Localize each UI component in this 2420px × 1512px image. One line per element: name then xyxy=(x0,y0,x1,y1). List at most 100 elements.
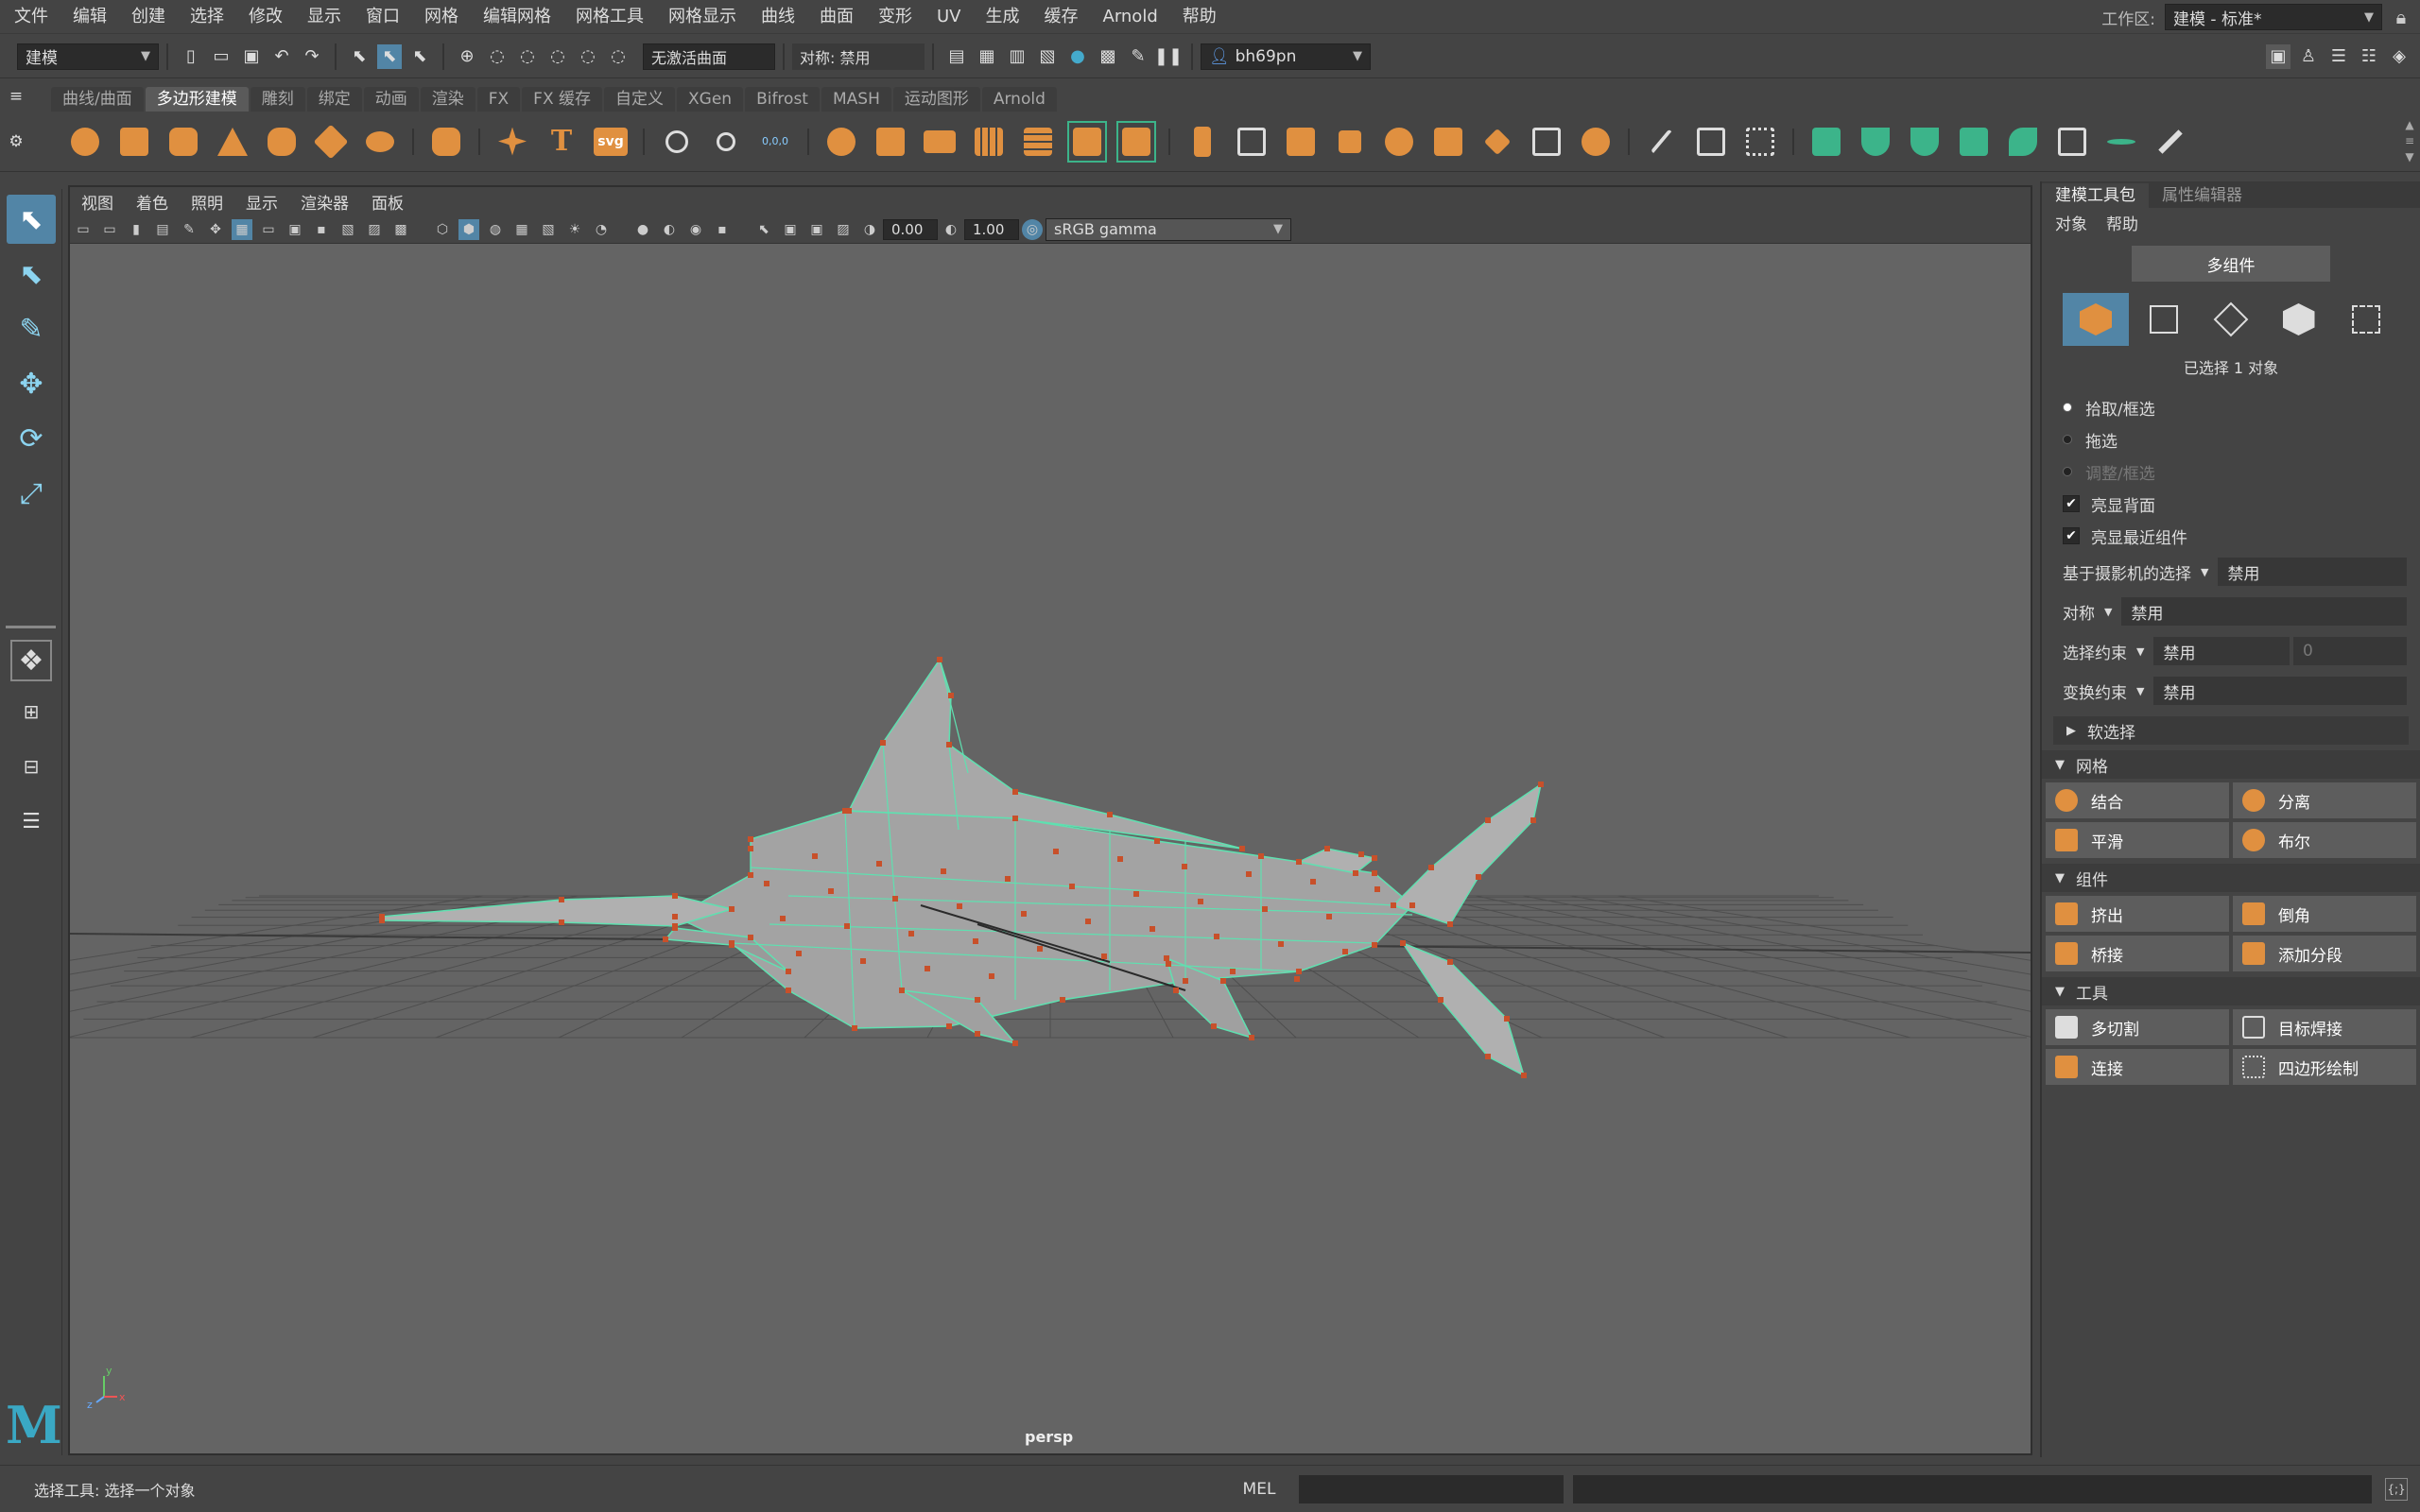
wedge-icon[interactable] xyxy=(1379,121,1419,163)
depth-of-field-icon[interactable]: ▪ xyxy=(712,219,733,240)
workspace-dropdown[interactable]: 建模 - 标准* ▼ xyxy=(2165,4,2382,30)
menu-item[interactable]: 网格 xyxy=(412,0,471,34)
snap-curve-icon[interactable]: ◌ xyxy=(485,44,510,69)
wireframe-on-shaded-icon[interactable]: ◍ xyxy=(485,219,506,240)
viewport-menu-item[interactable]: 显示 xyxy=(234,190,289,214)
scene-canvas[interactable]: y x z xyxy=(0,244,2420,1453)
menu-item[interactable]: 创建 xyxy=(119,0,178,34)
extrude-button[interactable]: 挤出 xyxy=(2046,896,2229,932)
command-input[interactable] xyxy=(1299,1474,1564,1503)
viewport-scene[interactable]: y x z persp xyxy=(0,244,2420,1453)
xray-joints-icon[interactable]: ▣ xyxy=(806,219,827,240)
shelf-tab[interactable]: XGen xyxy=(677,87,744,112)
checkbox[interactable]: ✔ xyxy=(2063,495,2080,512)
shelf-tab[interactable]: 动画 xyxy=(363,87,419,112)
bevel-icon[interactable] xyxy=(1281,121,1321,163)
menu-help[interactable]: 帮助 xyxy=(2106,211,2138,234)
boolean-button[interactable]: 布尔 xyxy=(2233,822,2416,858)
tool-settings-toggle-icon[interactable]: ☷ xyxy=(2357,44,2381,69)
camera-select-icon[interactable]: ▭ xyxy=(73,219,94,240)
chevron-down-icon[interactable]: ▼ xyxy=(2136,645,2144,658)
uv-auto-icon[interactable] xyxy=(1954,121,1994,163)
separate-icon[interactable] xyxy=(871,121,910,163)
menu-item[interactable]: 显示 xyxy=(295,0,354,34)
menu-item[interactable]: 文件 xyxy=(2,0,60,34)
merge-icon[interactable] xyxy=(1527,121,1566,163)
viewport-menu-item[interactable]: 着色 xyxy=(125,190,180,214)
viewport-menu-item[interactable]: 视图 xyxy=(70,190,125,214)
image-plane-icon[interactable]: ▤ xyxy=(152,219,173,240)
shelf-tab[interactable]: Bifrost xyxy=(745,87,820,112)
snap-grid-icon[interactable]: ⊕ xyxy=(455,44,479,69)
sel-constraint-value[interactable]: 禁用 xyxy=(2153,637,2290,665)
isolate-select-icon[interactable]: ◔ xyxy=(591,219,612,240)
render-view-icon[interactable]: ▤ xyxy=(944,44,969,69)
svg-tool-icon[interactable]: svg xyxy=(591,121,631,163)
shelf-menu-icon[interactable]: ≡ xyxy=(0,87,32,106)
shelf-tab[interactable]: FX 缓存 xyxy=(522,87,602,112)
menu-item[interactable]: 编辑网格 xyxy=(471,0,563,34)
menu-object[interactable]: 对象 xyxy=(2055,211,2087,234)
shelf-tab[interactable]: 曲线/曲面 xyxy=(51,87,144,112)
shelf-tab[interactable]: Arnold xyxy=(981,87,1057,112)
uv-cylindrical-icon[interactable] xyxy=(1856,121,1895,163)
wireframe-icon[interactable]: ⬡ xyxy=(432,219,453,240)
menu-item[interactable]: 选择 xyxy=(178,0,236,34)
move-tool-icon[interactable]: ✥ xyxy=(7,359,56,408)
scale-tool-icon[interactable]: ⤢ xyxy=(7,469,56,518)
poly-torus-icon[interactable] xyxy=(262,121,302,163)
hypershade-icon[interactable]: ● xyxy=(1065,44,1090,69)
select-component-icon[interactable]: ⬉ xyxy=(407,44,432,69)
select-object-icon[interactable]: ⬉ xyxy=(377,43,402,69)
mirror-icon[interactable] xyxy=(1067,120,1107,163)
lock-icon[interactable]: 🔒︎ xyxy=(2382,6,2420,28)
channel-box-toggle-icon[interactable]: ◈ xyxy=(2387,44,2411,69)
xform-constraint-value[interactable]: 禁用 xyxy=(2153,677,2407,705)
two-d-pan-icon[interactable]: ✥ xyxy=(205,219,226,240)
camera-sel-value[interactable]: 禁用 xyxy=(2218,558,2407,586)
multisample-icon[interactable]: ◉ xyxy=(685,219,706,240)
extract-icon[interactable] xyxy=(920,121,959,163)
menu-item[interactable]: 编辑 xyxy=(60,0,119,34)
viewport-menu-item[interactable]: 面板 xyxy=(360,190,415,214)
poly-disc-icon[interactable] xyxy=(360,121,400,163)
poly-cylinder-icon[interactable] xyxy=(164,121,203,163)
new-scene-icon[interactable]: ▯ xyxy=(179,44,203,69)
quad-draw-button[interactable]: 四边形绘制 xyxy=(2233,1049,2416,1085)
uv-unfold-icon[interactable] xyxy=(2003,121,2043,163)
tab-attribute-editor[interactable]: 属性编辑器 xyxy=(2149,183,2256,208)
grid-toggle-icon[interactable]: ▦ xyxy=(232,218,252,240)
menu-item[interactable]: 曲面 xyxy=(807,0,866,34)
shelf-tab[interactable]: 雕刻 xyxy=(250,87,305,112)
modeling-toolkit-toggle-icon[interactable]: ▣ xyxy=(2266,43,2290,69)
bevel-button[interactable]: 倒角 xyxy=(2233,896,2416,932)
multi-cut-icon[interactable] xyxy=(1642,121,1682,163)
render-setup-icon[interactable]: ▩ xyxy=(1096,44,1120,69)
exposure-field[interactable]: 0.00 xyxy=(883,218,938,240)
script-editor-icon[interactable]: {;} xyxy=(2385,1477,2408,1501)
viewport-menu-item[interactable]: 照明 xyxy=(180,190,234,214)
extrude-icon[interactable] xyxy=(1183,121,1222,163)
poly-sphere-icon[interactable] xyxy=(65,121,105,163)
delete-history-icon[interactable] xyxy=(706,121,746,163)
snap-view-icon[interactable]: ◌ xyxy=(545,44,570,69)
outliner-layout-icon[interactable]: ☰ xyxy=(7,797,56,846)
smooth-button[interactable]: 平滑 xyxy=(2046,822,2229,858)
snap-point-icon[interactable]: ◌ xyxy=(515,44,540,69)
attribute-editor-toggle-icon[interactable]: ☰ xyxy=(2326,44,2351,69)
highlight-checkbox-row[interactable]: ✔ 亮显最近组件 xyxy=(2042,520,2420,552)
menu-item[interactable]: 帮助 xyxy=(1170,0,1229,34)
viewport-panel[interactable]: 视图 着色 照明 显示 渲染器 面板 ▭ ▭ ▮ ▤ ✎ ✥ ▦ ▭ ▣ ▪ ▧ ▨ ▩ … xyxy=(0,185,2420,1455)
textured-icon[interactable]: ▦ xyxy=(511,219,532,240)
poly-plane-icon[interactable] xyxy=(311,121,351,163)
multi-component-button[interactable]: 多组件 xyxy=(2132,246,2330,282)
chevron-down-icon[interactable]: ▼ xyxy=(2104,606,2112,618)
menuset-dropdown[interactable]: 建模 ▼ xyxy=(17,43,159,70)
shelf-tab[interactable]: 多边形建模 xyxy=(145,87,249,112)
open-scene-icon[interactable]: ▭ xyxy=(209,44,233,69)
object-mode-icon[interactable] xyxy=(2063,293,2129,346)
gamma-field[interactable]: 1.00 xyxy=(964,218,1019,240)
live-surface-field[interactable]: 无激活曲面 xyxy=(643,43,775,70)
chevron-down-icon[interactable]: ▼ xyxy=(2136,685,2144,697)
menu-item[interactable]: 窗口 xyxy=(354,0,412,34)
